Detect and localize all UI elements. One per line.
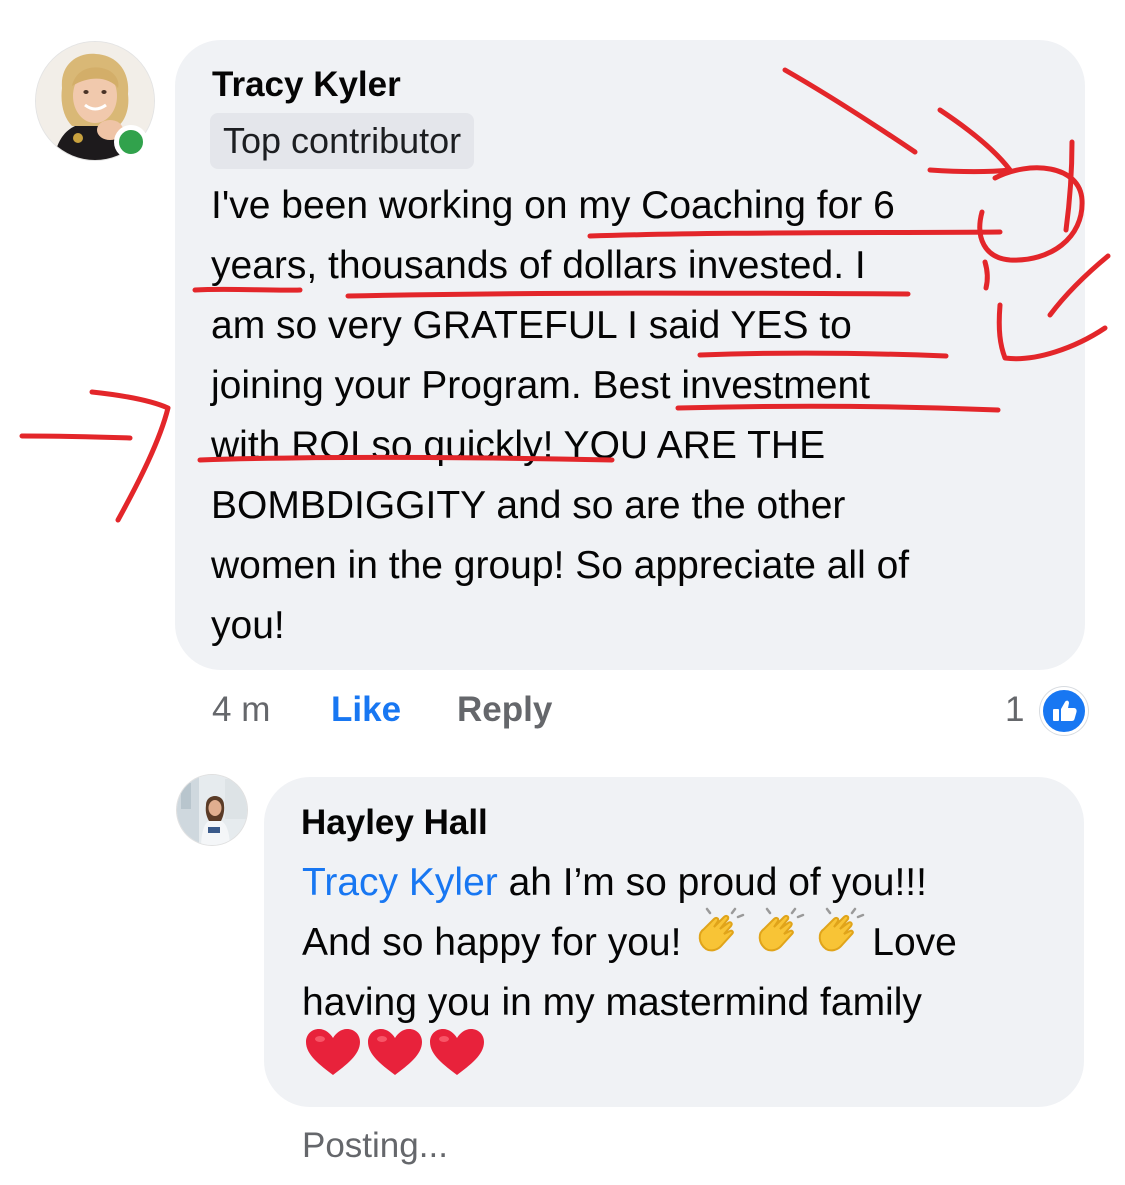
- comment-text-line: you!: [211, 604, 285, 647]
- comment-text-line: years, thousands of dollars invested. I: [211, 244, 866, 287]
- comment-text-line: joining your Program. Best investment: [211, 364, 870, 407]
- reply-text-fragment: And so happy for you!: [302, 921, 693, 964]
- comment-text: I've been working on my Coaching for 6 y…: [211, 176, 909, 656]
- clapping-hands-emoji: [692, 907, 752, 975]
- comment-text-line: I've been working on my Coaching for 6: [211, 184, 895, 227]
- comment-actions: 4 m Like Reply 1: [0, 686, 1125, 735]
- online-status-indicator: [114, 125, 148, 159]
- thumbs-up-icon[interactable]: [1040, 687, 1088, 735]
- comment-author-name[interactable]: Tracy Kyler: [212, 62, 401, 108]
- comment-timestamp[interactable]: 4 m: [212, 686, 270, 734]
- reaction-count[interactable]: 1: [1005, 686, 1024, 734]
- arrow-annotation: [89, 389, 171, 523]
- comment-text-line: BOMBDIGGITY and so are the other: [211, 484, 846, 527]
- comment-text-line: am so very GRATEFUL I said YES to: [211, 304, 852, 347]
- reply-text-fragment: ah I’m so proud of you!!!: [497, 861, 927, 904]
- posting-status: Posting...: [302, 1126, 448, 1165]
- top-contributor-badge: Top contributor: [210, 113, 475, 169]
- like-button[interactable]: Like: [331, 686, 401, 734]
- reply-text-fragment: Love: [872, 921, 957, 964]
- reply-text-line: And so happy for you! Love: [302, 907, 957, 973]
- comment-text-line: with ROI so quickly! YOU ARE THE: [211, 424, 826, 467]
- reply-text-line: Tracy Kyler ah I’m so proud of you!!!: [302, 853, 957, 913]
- red-heart-emoji: [302, 1025, 364, 1097]
- reply-text-line: having you in my mastermind family: [302, 981, 922, 1024]
- reply-text: Tracy Kyler ah I’m so proud of you!!! An…: [302, 853, 957, 1093]
- comment-text-line: women in the group! So appreciate all of: [211, 544, 910, 587]
- avatar-photo: [177, 775, 247, 845]
- mention-link[interactable]: Tracy Kyler: [302, 861, 498, 904]
- arrow-annotation: [19, 433, 133, 441]
- reply-button[interactable]: Reply: [457, 686, 552, 734]
- red-heart-emoji: [364, 1025, 426, 1097]
- clapping-hands-emoji: [812, 907, 872, 975]
- red-heart-emoji: [426, 1025, 488, 1097]
- clapping-hands-emoji: [752, 907, 812, 975]
- reply-text-line: [302, 1029, 957, 1093]
- reply-author-name[interactable]: Hayley Hall: [301, 800, 488, 846]
- avatar-hayley-hall[interactable]: [177, 775, 247, 845]
